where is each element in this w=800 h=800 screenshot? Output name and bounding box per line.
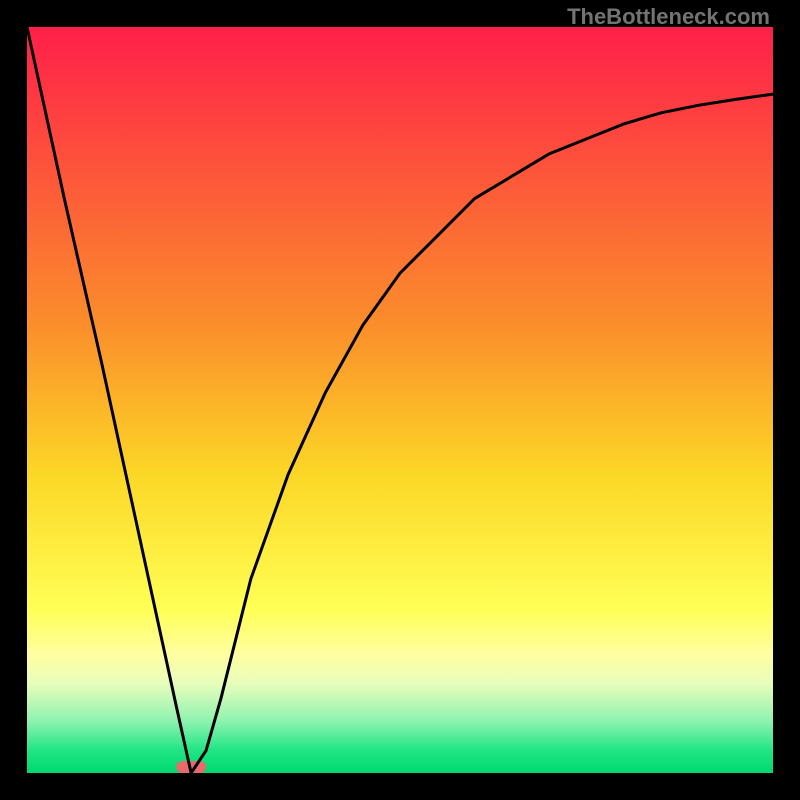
chart-frame: TheBottleneck.com bbox=[0, 0, 800, 800]
bottleneck-chart bbox=[27, 27, 773, 773]
gradient-background bbox=[27, 27, 773, 773]
